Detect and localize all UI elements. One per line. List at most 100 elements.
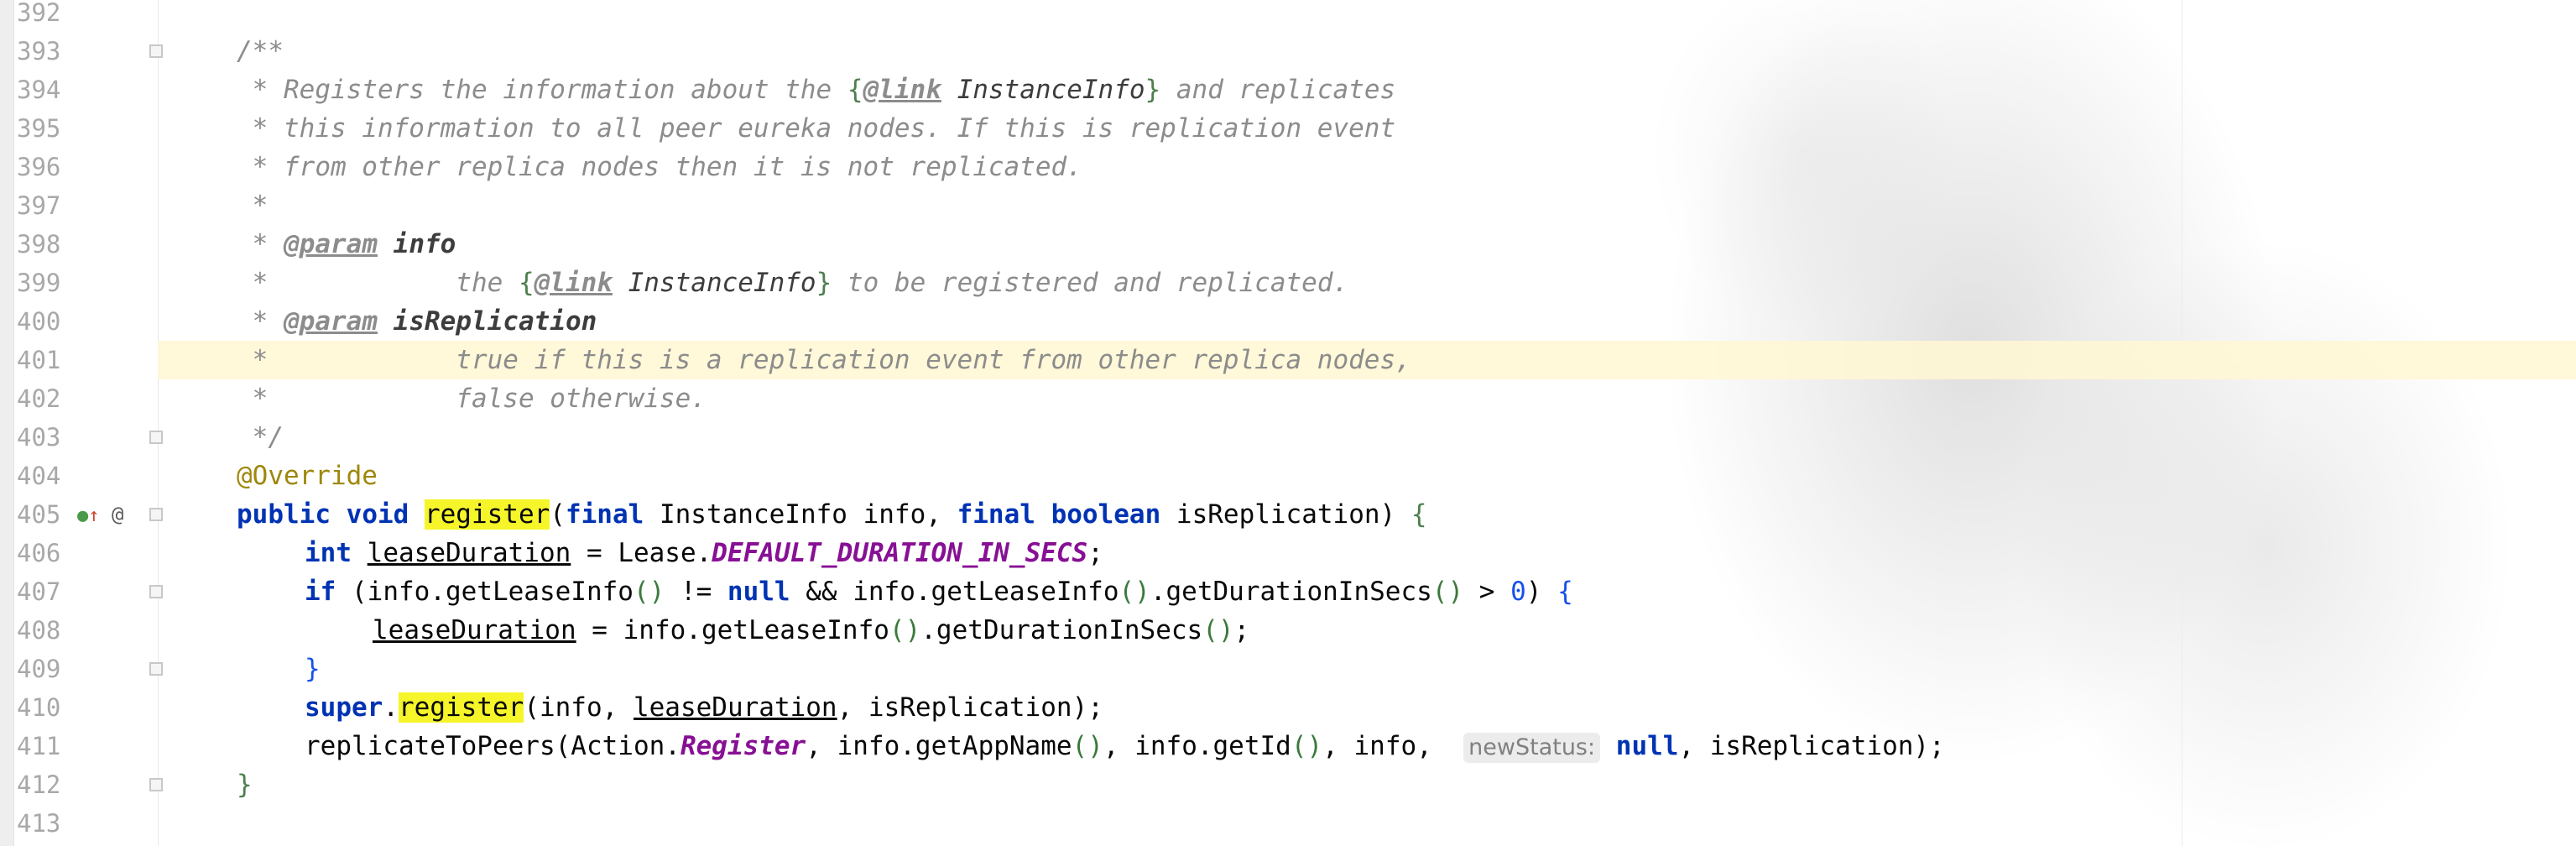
- line-number: 393: [17, 37, 61, 65]
- line-number: 408: [17, 616, 61, 645]
- doc-comment: and replicates: [1160, 75, 1396, 105]
- doc-link-tag[interactable]: @link: [534, 268, 613, 298]
- annotation-icon[interactable]: @: [112, 503, 123, 526]
- fold-toggle-icon[interactable]: [149, 44, 163, 58]
- keyword: public: [237, 499, 331, 530]
- code-line[interactable]: 400 * @param isReplication: [0, 302, 2576, 341]
- code-text: *: [237, 186, 269, 225]
- code-line[interactable]: 407 if (info.getLeaseInfo() != null && i…: [0, 572, 2576, 611]
- method-call[interactable]: replicateToPeers: [305, 731, 555, 761]
- go-to-super-method-icon[interactable]: ↑: [88, 505, 99, 526]
- code-text: * Registers the information about the {@…: [237, 70, 1396, 109]
- code-text: * the {@link InstanceInfo} to be registe…: [237, 264, 1349, 302]
- doc-comment: *: [237, 229, 269, 259]
- code-text: * true if this is a replication event fr…: [237, 341, 1411, 379]
- enum-constant[interactable]: Register: [681, 731, 806, 761]
- line-number: 404: [17, 462, 61, 490]
- doc-comment: /**: [237, 36, 284, 66]
- code-line[interactable]: 410 super.register(info, leaseDuration, …: [0, 688, 2576, 727]
- method-name-highlighted[interactable]: register: [424, 499, 550, 530]
- fold-end-icon[interactable]: [149, 431, 163, 444]
- override-method-icon[interactable]: ●: [77, 505, 88, 526]
- code-text: if (info.getLeaseInfo() != null && info.…: [305, 577, 1573, 607]
- code-line[interactable]: 402 * false otherwise.: [0, 379, 2576, 418]
- method-call-highlighted[interactable]: register: [399, 692, 524, 723]
- line-number: 400: [17, 307, 61, 336]
- doc-param-tag: @param: [284, 229, 378, 259]
- class-reference[interactable]: Action.: [571, 731, 681, 761]
- doc-param-tag: @param: [284, 306, 378, 337]
- doc-param-name[interactable]: info: [394, 229, 456, 259]
- local-variable[interactable]: leaseDuration: [368, 538, 571, 568]
- local-variable[interactable]: leaseDuration: [373, 615, 576, 645]
- code-line[interactable]: 392: [0, 0, 2576, 32]
- doc-link-tag[interactable]: @link: [863, 75, 941, 105]
- code-line[interactable]: 412 }: [0, 765, 2576, 804]
- keyword: final: [565, 499, 644, 530]
- line-number: 406: [17, 539, 61, 567]
- code-line[interactable]: 394 * Registers the information about th…: [0, 70, 2576, 109]
- code-line[interactable]: 405 ●↑ @ public void register(final Inst…: [0, 495, 2576, 534]
- line-number: 403: [17, 423, 61, 452]
- code-text: }: [237, 770, 253, 800]
- code-text: * this information to all peer eureka no…: [237, 109, 1395, 148]
- line-number: 394: [17, 76, 61, 104]
- code-text: */: [237, 418, 284, 457]
- doc-brace: }: [1145, 75, 1161, 105]
- code-line-current[interactable]: 401 * true if this is a replication even…: [0, 341, 2576, 379]
- line-number: 397: [17, 191, 61, 220]
- code-text: int leaseDuration = Lease.DEFAULT_DURATI…: [305, 538, 1103, 568]
- doc-brace: {: [518, 268, 534, 298]
- doc-class-reference[interactable]: InstanceInfo: [628, 268, 816, 298]
- static-field[interactable]: DEFAULT_DURATION_IN_SECS: [712, 538, 1087, 568]
- doc-comment: *: [237, 268, 269, 298]
- doc-comment: false otherwise.: [268, 384, 707, 414]
- code-line[interactable]: 393 /**: [0, 32, 2576, 70]
- type-name[interactable]: InstanceInfo: [660, 499, 847, 530]
- doc-comment: * Registers the information about the: [237, 75, 847, 105]
- code-text: @Override: [237, 457, 378, 495]
- line-number: 413: [17, 809, 61, 838]
- line-number: 410: [17, 693, 61, 722]
- doc-comment: *: [237, 191, 269, 221]
- doc-class-reference[interactable]: InstanceInfo: [957, 75, 1145, 105]
- doc-comment: *: [237, 306, 269, 337]
- line-number: 411: [17, 732, 61, 760]
- override-annotation[interactable]: @Override: [237, 461, 378, 491]
- line-number: 405: [17, 500, 61, 529]
- code-line[interactable]: 413: [0, 804, 2576, 843]
- fold-toggle-icon[interactable]: [149, 508, 163, 521]
- doc-param-name[interactable]: isReplication: [394, 306, 597, 337]
- code-line[interactable]: 408 leaseDuration = info.getLeaseInfo().…: [0, 611, 2576, 650]
- line-number: 392: [17, 0, 61, 27]
- line-number: 396: [17, 153, 61, 181]
- code-line[interactable]: 411 replicateToPeers(Action.Register, in…: [0, 727, 2576, 765]
- code-line[interactable]: 406 int leaseDuration = Lease.DEFAULT_DU…: [0, 534, 2576, 572]
- code-line[interactable]: 395 * this information to all peer eurek…: [0, 109, 2576, 148]
- code-text: public void register(final InstanceInfo …: [237, 499, 1427, 530]
- local-variable[interactable]: leaseDuration: [634, 692, 837, 723]
- code-line[interactable]: 398 * @param info: [0, 225, 2576, 264]
- line-number: 407: [17, 577, 61, 606]
- keyword: int: [305, 538, 352, 568]
- code-line[interactable]: 399 * the {@link InstanceInfo} to be reg…: [0, 264, 2576, 302]
- fold-end-icon[interactable]: [149, 778, 163, 791]
- class-reference[interactable]: Lease.: [618, 538, 712, 568]
- line-number: 401: [17, 346, 61, 374]
- code-line[interactable]: 409 }: [0, 650, 2576, 688]
- code-line[interactable]: 396 * from other replica nodes then it i…: [0, 148, 2576, 186]
- doc-comment: * from other replica nodes then it is no…: [237, 152, 1082, 182]
- doc-comment: *: [237, 384, 269, 414]
- line-number: 409: [17, 655, 61, 683]
- code-line[interactable]: 403 */: [0, 418, 2576, 457]
- fold-end-icon[interactable]: [149, 662, 163, 676]
- doc-brace: }: [816, 268, 832, 298]
- parameter-name-hint: newStatus:: [1463, 733, 1601, 763]
- line-number: 398: [17, 230, 61, 258]
- line-number: 412: [17, 770, 61, 799]
- fold-toggle-icon[interactable]: [149, 585, 163, 598]
- code-line[interactable]: 397 *: [0, 186, 2576, 225]
- keyword: void: [346, 499, 409, 530]
- code-text: * from other replica nodes then it is no…: [237, 148, 1082, 186]
- code-line[interactable]: 404 @Override: [0, 457, 2576, 495]
